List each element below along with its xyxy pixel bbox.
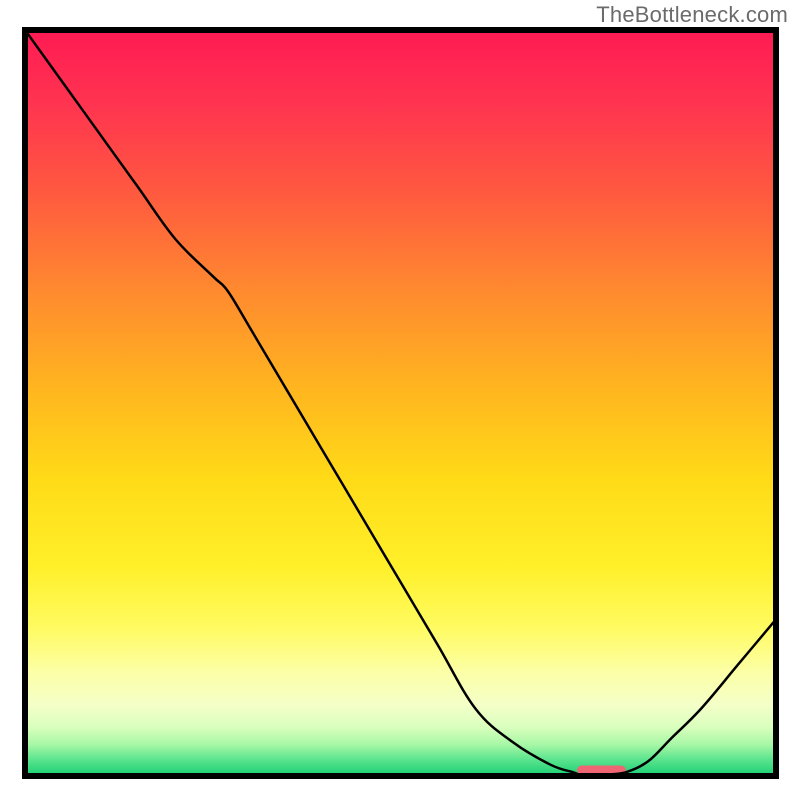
watermark-text: TheBottleneck.com [596, 2, 788, 28]
gradient-background [25, 30, 776, 776]
chart-canvas [0, 0, 800, 800]
plot-area [25, 30, 776, 776]
chart-stage: TheBottleneck.com [0, 0, 800, 800]
